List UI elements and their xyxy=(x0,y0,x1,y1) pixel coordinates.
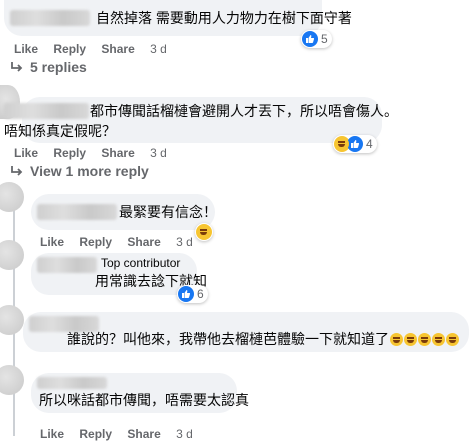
replies-link[interactable]: 5 replies xyxy=(10,59,87,75)
blurred-name xyxy=(4,103,89,119)
blurred-name xyxy=(37,257,97,273)
share-button[interactable]: Share xyxy=(127,235,160,249)
like-button[interactable]: Like xyxy=(40,427,64,441)
reply-button[interactable]: Reply xyxy=(79,235,112,249)
blurred-name xyxy=(37,377,107,389)
comment-bubble: 都市傳聞話榴槤會避開人才丟下，所以唔會傷人。 唔知係真定假呢？ xyxy=(4,97,398,143)
timestamp[interactable]: 3 d xyxy=(176,235,193,249)
comment-text: 誰說的？叫他來，我帶他去榴槤芭體驗一下就知道了 xyxy=(67,329,459,349)
comment-bubble: 所以咪話都市傳聞，唔需要太認真 xyxy=(31,373,249,413)
top-contributor-badge: Top contributor xyxy=(101,256,181,270)
comment-bubble: Top contributor 用常識去諗下就知 xyxy=(31,253,207,295)
reaction-summary[interactable]: 4 xyxy=(333,135,377,153)
reply-button[interactable]: Reply xyxy=(79,427,112,441)
like-button[interactable]: Like xyxy=(40,235,64,249)
timestamp[interactable]: 3 d xyxy=(150,146,167,160)
comment-bubble: 誰說的？叫他來，我帶他去榴槤芭體驗一下就知道了 xyxy=(23,312,469,352)
reaction-summary[interactable]: 5 xyxy=(301,30,332,48)
avatar[interactable] xyxy=(0,240,24,270)
avatar[interactable] xyxy=(0,305,24,335)
comment-actions: Like Reply Share 3 d xyxy=(14,146,179,160)
blurred-name xyxy=(10,10,90,26)
like-button[interactable]: Like xyxy=(14,146,38,160)
comment-bubble: 自然掉落 需要動用人力物力在樹下面守著 xyxy=(4,0,352,36)
share-button[interactable]: Share xyxy=(101,42,134,56)
comment-text: 所以咪話都市傳聞，唔需要太認真 xyxy=(39,392,249,408)
like-icon xyxy=(347,136,363,152)
reply-arrow-icon xyxy=(11,166,23,176)
reaction-count: 5 xyxy=(321,32,328,46)
like-icon xyxy=(178,286,194,302)
comment-actions: Like Reply Share 3 d xyxy=(40,427,205,441)
comment-text-line-1: 都市傳聞話榴槤會避開人才丟下，所以唔會傷人。 xyxy=(90,103,398,119)
blurred-name xyxy=(37,204,117,220)
reaction-count: 4 xyxy=(366,137,373,151)
comment-actions: Like Reply Share 3 d xyxy=(14,42,179,56)
comment-text-line-2: 唔知係真定假呢？ xyxy=(4,123,116,139)
reply-button[interactable]: Reply xyxy=(53,146,86,160)
comment-actions: Like Reply Share 3 d xyxy=(40,235,205,249)
avatar[interactable] xyxy=(0,182,24,212)
view-more-replies-link[interactable]: View 1 more reply xyxy=(10,163,149,179)
comment-text: 最緊要有信念！ xyxy=(119,204,217,220)
reply-button[interactable]: Reply xyxy=(53,42,86,56)
reply-arrow-icon xyxy=(11,62,23,72)
timestamp[interactable]: 3 d xyxy=(150,42,167,56)
timestamp[interactable]: 3 d xyxy=(176,427,193,441)
reaction-count: 6 xyxy=(197,287,204,301)
laughing-emoji-icon xyxy=(389,331,459,347)
comment-bubble: 最緊要有信念！ xyxy=(31,194,217,230)
reaction-summary[interactable]: 6 xyxy=(177,285,208,303)
comment-text: 自然掉落 需要動用人力物力在樹下面守著 xyxy=(96,10,352,26)
share-button[interactable]: Share xyxy=(127,427,160,441)
avatar[interactable] xyxy=(0,365,24,395)
share-button[interactable]: Share xyxy=(101,146,134,160)
like-button[interactable]: Like xyxy=(14,42,38,56)
like-icon xyxy=(302,31,318,47)
